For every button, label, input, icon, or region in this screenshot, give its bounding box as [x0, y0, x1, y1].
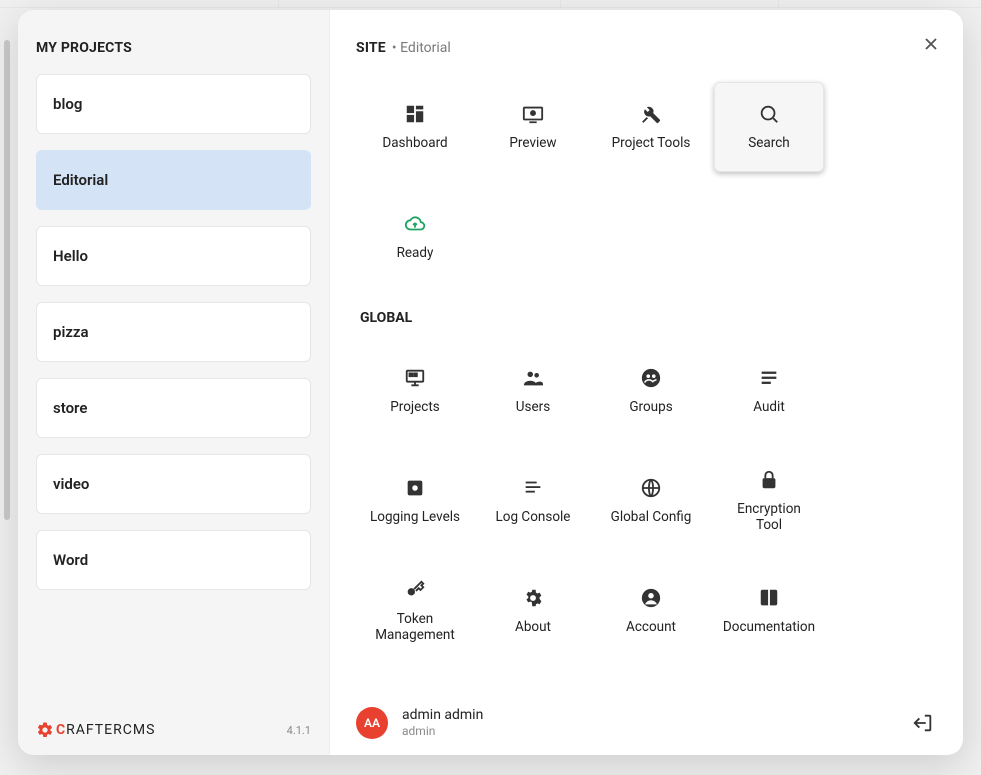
- tile-groups[interactable]: Groups: [596, 346, 706, 436]
- tile-preview[interactable]: Preview: [478, 82, 588, 172]
- tile-account[interactable]: Account: [596, 566, 706, 656]
- main-footer: AA admin admin admin: [356, 707, 937, 739]
- project-card-editorial[interactable]: Editorial: [36, 150, 311, 210]
- desktop-icon: [403, 366, 427, 390]
- tile-projects[interactable]: Projects: [360, 346, 470, 436]
- tile-label: Projects: [390, 400, 440, 416]
- preview-icon: [521, 102, 545, 126]
- tile-label: Preview: [509, 136, 556, 152]
- tile-label: Ready: [397, 246, 434, 262]
- gear-icon: [36, 721, 54, 739]
- tile-token-management[interactable]: TokenManagement: [360, 566, 470, 656]
- tile-audit[interactable]: Audit: [714, 346, 824, 436]
- project-card-video[interactable]: video: [36, 454, 311, 514]
- project-card-blog[interactable]: blog: [36, 74, 311, 134]
- avatar: AA: [356, 707, 388, 739]
- tile-label: TokenManagement: [375, 612, 455, 643]
- list-icon: [757, 366, 781, 390]
- sidebar-title: MY PROJECTS: [36, 40, 311, 56]
- page-scrollbar[interactable]: [4, 40, 10, 520]
- tile-search[interactable]: Search: [714, 82, 824, 172]
- tile-logging-levels[interactable]: Logging Levels: [360, 456, 470, 546]
- user-display-name: admin admin: [402, 707, 483, 724]
- sidebar-footer: CRAFTERCMS 4.1.1: [36, 711, 311, 739]
- project-card-hello[interactable]: Hello: [36, 226, 311, 286]
- tile-encryption-tool[interactable]: EncryptionTool: [714, 456, 824, 546]
- tile-label: Global Config: [611, 510, 692, 526]
- tile-log-console[interactable]: Log Console: [478, 456, 588, 546]
- lines-icon: [521, 476, 545, 500]
- tile-label: Log Console: [496, 510, 571, 526]
- logout-button[interactable]: [909, 709, 937, 737]
- site-label: SITE: [356, 40, 386, 56]
- tile-global-config[interactable]: Global Config: [596, 456, 706, 546]
- user-login: admin: [402, 724, 483, 738]
- search-icon: [757, 102, 781, 126]
- tile-documentation[interactable]: Documentation: [714, 566, 824, 656]
- tile-label: EncryptionTool: [737, 502, 801, 533]
- tile-label: Groups: [629, 400, 672, 416]
- close-button[interactable]: [917, 30, 945, 58]
- breadcrumb: SITE • Editorial: [356, 40, 937, 56]
- project-list: blog Editorial Hello pizza store video Word: [36, 74, 311, 590]
- group-circle-icon: [639, 366, 663, 390]
- tile-label: Dashboard: [382, 136, 447, 152]
- key-icon: [403, 578, 427, 602]
- tile-ready[interactable]: Ready: [360, 192, 470, 282]
- brand-text: CRAFTERCMS: [56, 722, 155, 738]
- tools-icon: [639, 102, 663, 126]
- global-tile-grid: Projects Users Groups Audit Logging Levels Lo…: [360, 346, 937, 656]
- tile-about[interactable]: About: [478, 566, 588, 656]
- main-panel: SITE • Editorial Dashboard Preview Project…: [330, 10, 963, 755]
- project-card-store[interactable]: store: [36, 378, 311, 438]
- project-card-pizza[interactable]: pizza: [36, 302, 311, 362]
- site-tile-grid: Dashboard Preview Project Tools Search Ready: [360, 82, 937, 282]
- version-text: 4.1.1: [287, 724, 311, 737]
- project-card-word[interactable]: Word: [36, 530, 311, 590]
- site-name: • Editorial: [392, 40, 451, 56]
- tile-label: Project Tools: [612, 136, 691, 152]
- tile-label: Logging Levels: [370, 510, 460, 526]
- lock-icon: [757, 468, 781, 492]
- sidebar: MY PROJECTS blog Editorial Hello pizza store…: [18, 10, 330, 755]
- settings-box-icon: [403, 476, 427, 500]
- tile-label: Users: [516, 400, 550, 416]
- globe-icon: [639, 476, 663, 500]
- logout-icon: [912, 712, 934, 734]
- navigation-dialog: MY PROJECTS blog Editorial Hello pizza store…: [18, 10, 963, 755]
- tile-label: Documentation: [723, 620, 815, 636]
- tile-dashboard[interactable]: Dashboard: [360, 82, 470, 172]
- tile-label: About: [515, 620, 551, 636]
- close-icon: [921, 34, 941, 54]
- tile-users[interactable]: Users: [478, 346, 588, 436]
- user-texts: admin admin admin: [402, 707, 483, 738]
- user-block[interactable]: AA admin admin admin: [356, 707, 483, 739]
- tile-label: Search: [748, 136, 789, 152]
- people-icon: [521, 366, 545, 390]
- dashboard-icon: [403, 102, 427, 126]
- background-seams: [0, 0, 981, 8]
- account-icon: [639, 586, 663, 610]
- global-section-title: GLOBAL: [360, 310, 937, 326]
- tile-project-tools[interactable]: Project Tools: [596, 82, 706, 172]
- cloud-up-icon: [403, 212, 427, 236]
- brand-logo: CRAFTERCMS: [36, 721, 155, 739]
- gear-c-icon: [521, 586, 545, 610]
- book-icon: [757, 586, 781, 610]
- tile-label: Account: [626, 620, 676, 636]
- tile-label: Audit: [753, 400, 785, 416]
